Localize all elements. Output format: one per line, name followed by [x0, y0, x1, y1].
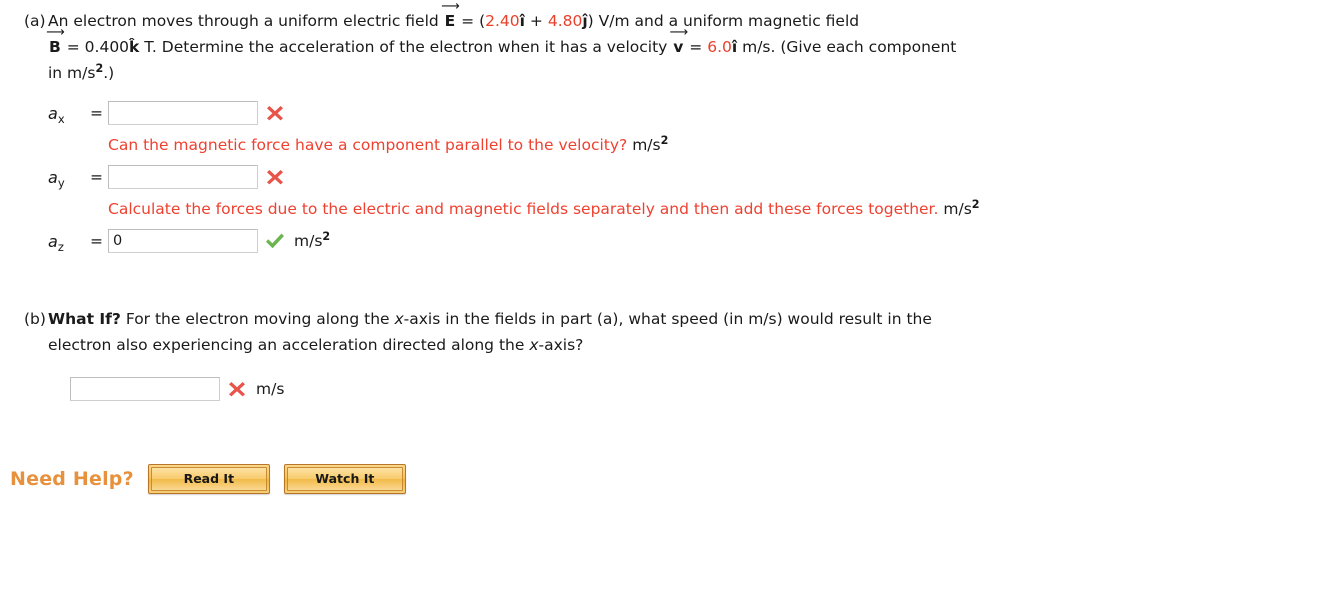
vector-arrow-icon: ⟶	[669, 25, 688, 40]
E-y-value: 4.80	[547, 12, 583, 30]
part-a-label: (a)	[24, 12, 46, 30]
answer-unit-az: m/s2	[292, 229, 331, 250]
status-ax	[258, 103, 292, 123]
red-x-icon	[267, 170, 283, 185]
part-a-body: An electron moves through a uniform elec…	[46, 0, 1340, 86]
feedback-text: Calculate the forces due to the electric…	[108, 200, 939, 218]
unit-exponent: 2	[660, 133, 669, 147]
equals-sign: =	[90, 104, 103, 122]
what-if-emphasis: What If?	[48, 310, 121, 328]
statement-text-cont: -axis in the fields in part (a), what sp…	[403, 310, 932, 328]
problem-part-b: (b) What If? For the electron moving alo…	[0, 306, 1340, 358]
answer-label-az: az	[48, 231, 90, 254]
read-it-button-label: Read It	[150, 467, 267, 491]
variable-letter: a	[48, 103, 58, 123]
variable-letter: a	[48, 231, 58, 251]
units-note-pre: in m/s	[48, 64, 96, 82]
E-letter: E	[444, 12, 456, 30]
need-help-section: Need Help? Read It Watch It	[0, 464, 1340, 494]
variable-subscript: y	[57, 175, 65, 190]
part-a-statement-line3: in m/s2.)	[48, 60, 1340, 86]
unit-exponent: 2	[971, 197, 980, 211]
answer-input-ay[interactable]	[108, 165, 258, 189]
status-part-b	[220, 379, 254, 399]
v-value: 6.0	[707, 38, 732, 56]
part-b-body: What If? For the electron moving along t…	[48, 306, 1340, 358]
variable-subscript: z	[57, 239, 64, 254]
red-x-icon	[267, 106, 283, 121]
watch-it-button-label: Watch It	[286, 467, 403, 491]
part-a-statement-line2: ⟶ B = 0.400k̂ T. Determine the accelerati…	[46, 26, 1340, 60]
answer-label-ax: ax	[48, 103, 90, 126]
B-letter: B	[49, 38, 61, 56]
statement-text: electron also experiencing an accelerati…	[48, 336, 530, 354]
B-equals: = 0.400	[61, 38, 130, 56]
answer-row-ay: ay =	[0, 160, 1340, 194]
plus-sign: +	[524, 12, 548, 30]
answer-row-az: az = m/s2	[0, 224, 1340, 258]
v-tail-text: m/s. (Give each component	[737, 38, 957, 56]
read-it-button[interactable]: Read It	[147, 464, 270, 494]
vector-v-symbol: ⟶ v	[669, 26, 688, 56]
equals-open-paren: = (	[456, 12, 486, 30]
E-x-value: 2.40	[485, 12, 520, 30]
axis-variable-x: x	[529, 336, 539, 354]
part-a-statement-line1: An electron moves through a uniform elec…	[48, 0, 1340, 34]
k-hat-icon: k̂	[129, 38, 140, 56]
vector-E-symbol: ⟶ E	[441, 0, 460, 30]
v-equals: =	[684, 38, 708, 56]
v-letter: v	[673, 38, 684, 56]
equals-sign: =	[90, 232, 103, 250]
feedback-unit: m/s2	[632, 133, 669, 154]
need-help-label: Need Help?	[10, 468, 134, 490]
unit-text: m/s	[294, 232, 323, 250]
answer-input-speed[interactable]	[70, 377, 220, 401]
problem-part-a: (a) An electron moves through a uniform …	[0, 0, 1340, 86]
feedback-unit: m/s2	[943, 197, 980, 218]
unit-text: m/s	[943, 200, 972, 218]
statement-text: An electron moves through a uniform elec…	[48, 12, 444, 30]
B-tail-text: T. Determine the acceleration of the ele…	[139, 38, 673, 56]
answer-label-ay: ay	[48, 167, 90, 190]
answer-input-az[interactable]	[108, 229, 258, 253]
variable-letter: a	[48, 167, 58, 187]
variable-subscript: x	[57, 111, 65, 126]
unit-exponent: 2	[322, 229, 331, 243]
part-b-statement-line1: What If? For the electron moving along t…	[48, 306, 1340, 332]
status-az	[258, 231, 292, 251]
statement-text: For the electron moving along the	[120, 310, 395, 328]
vector-arrow-icon: ⟶	[46, 25, 65, 40]
feedback-text: Can the magnetic force have a component …	[108, 136, 628, 154]
feedback-message-ay: Calculate the forces due to the electric…	[0, 194, 1340, 224]
part-b-statement-line2: electron also experiencing an accelerati…	[48, 332, 1340, 358]
units-note-post: .)	[103, 64, 115, 82]
feedback-message-ax: Can the magnetic force have a component …	[0, 130, 1340, 160]
green-check-icon	[266, 233, 284, 249]
red-x-icon	[229, 382, 245, 397]
watch-it-button[interactable]: Watch It	[283, 464, 406, 494]
equals-sign: =	[90, 168, 103, 186]
unit-text: m/s	[632, 136, 661, 154]
answer-input-ax[interactable]	[108, 101, 258, 125]
answer-fields-group: ax = Can the magnetic force have a compo…	[0, 96, 1340, 258]
status-ay	[258, 167, 292, 187]
problem-page: (a) An electron moves through a uniform …	[0, 0, 1340, 592]
axis-variable-x: x	[394, 310, 404, 328]
answer-row-part-b: m/s	[0, 372, 1340, 406]
statement-text-cont: -axis?	[538, 336, 584, 354]
statement-text-cont: ) V/m and a uniform magnetic field	[587, 12, 860, 30]
answer-unit-part-b: m/s	[256, 380, 285, 398]
part-b-label: (b)	[24, 310, 46, 328]
vector-arrow-icon: ⟶	[441, 0, 460, 14]
answer-row-ax: ax =	[0, 96, 1340, 130]
vector-B-symbol: ⟶ B	[46, 26, 65, 56]
